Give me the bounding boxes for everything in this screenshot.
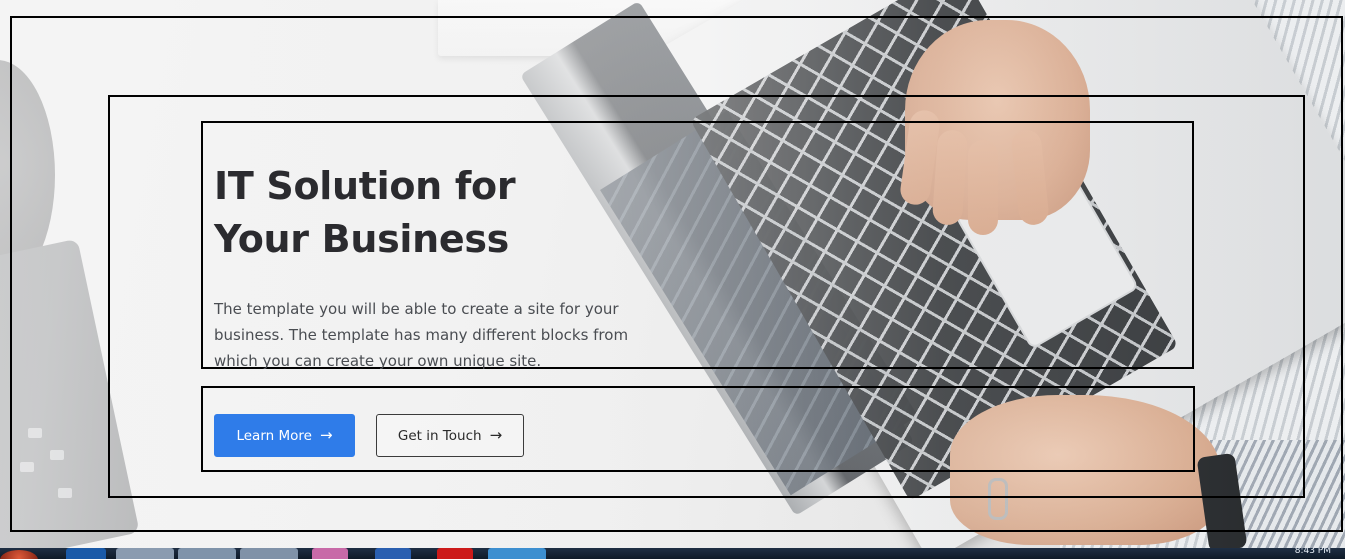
chrome-icon[interactable]	[240, 548, 298, 559]
hero-title-line-1: IT Solution for	[214, 164, 516, 208]
get-in-touch-button[interactable]: Get in Touch →	[376, 414, 524, 457]
folder-icon[interactable]	[116, 548, 174, 559]
vscode-icon[interactable]	[488, 548, 546, 559]
opera-icon[interactable]	[437, 548, 473, 559]
app-icon[interactable]	[312, 548, 348, 559]
hero-description: The template you will be able to create …	[214, 300, 629, 370]
learn-more-button[interactable]: Learn More →	[214, 414, 355, 457]
ie-icon[interactable]	[66, 548, 106, 559]
hero-title-line-2: Your Business	[214, 217, 509, 261]
word-icon[interactable]	[375, 548, 411, 559]
arrow-right-icon: →	[489, 426, 503, 444]
hero-title: IT Solution for Your Business	[214, 160, 634, 266]
learn-more-label: Learn More	[236, 427, 312, 444]
arrow-right-icon: →	[319, 426, 333, 444]
explorer-icon[interactable]	[178, 548, 236, 559]
taskbar-clock[interactable]: 8:43 PM	[1295, 548, 1331, 556]
get-in-touch-label: Get in Touch	[397, 427, 482, 444]
taskbar: 8:43 PM	[0, 548, 1345, 559]
start-orb-icon[interactable]	[0, 550, 38, 559]
